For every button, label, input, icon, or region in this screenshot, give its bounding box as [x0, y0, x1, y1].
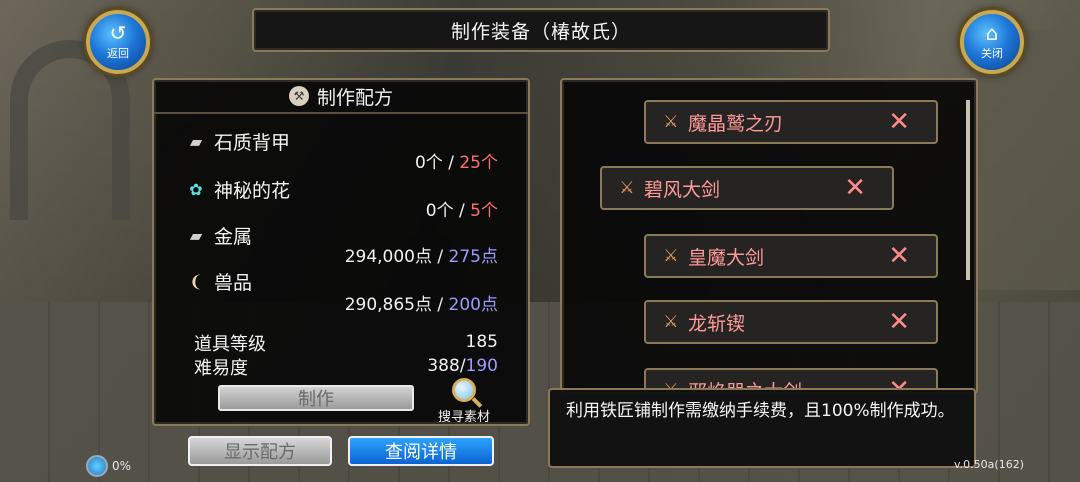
material-name-row: ✿ 神秘的花	[184, 176, 290, 203]
list-item[interactable]: ⚔ 魔晶鹫之刃 ✕	[644, 100, 938, 144]
status-percent: 0%	[112, 459, 132, 473]
close-icon: ✕	[844, 173, 866, 203]
network-icon	[86, 455, 108, 477]
material-name-row: ❨ 兽品	[184, 268, 252, 295]
difficulty-current: 388	[427, 356, 460, 376]
back-button[interactable]: ↺ 返回	[86, 10, 150, 74]
view-details-label: 查阅详情	[385, 442, 457, 463]
sword-icon: ⚔	[663, 312, 679, 332]
back-arrow-icon: ↺	[109, 21, 127, 45]
metal-icon: ▰	[189, 226, 203, 245]
sword-icon: ⚔	[663, 246, 679, 266]
recipe-panel-title: 制作配方	[316, 86, 393, 109]
window-title-bar: 制作装备（椿故氏）	[252, 8, 830, 52]
window-title: 制作装备（椿故氏）	[450, 20, 631, 43]
beast-claw-icon: ❨	[189, 272, 203, 291]
close-button-label: 关闭	[981, 47, 1003, 60]
mystic-flower-icon: ✿	[189, 180, 203, 199]
version-label: v.0.50a(162)	[954, 458, 1024, 471]
recipe-panel: ⚒ 制作配方 ▰ 石质背甲 0个 / 25个 ✿ 神秘的花 0个 / 5个 ▰ …	[152, 78, 530, 426]
material-name: 石质背甲	[214, 132, 291, 154]
item-name: 龙斩锲	[688, 312, 746, 335]
close-icon: ✕	[888, 307, 910, 337]
magnifier-icon	[452, 378, 476, 402]
material-separator: /	[432, 295, 449, 315]
close-icon: ✕	[888, 241, 910, 271]
material-have: 294,000点	[344, 247, 432, 267]
material-have: 290,865点	[344, 295, 432, 315]
back-button-label: 返回	[107, 47, 129, 60]
list-item[interactable]: ⚔ 碧风大剑 ✕	[600, 166, 894, 210]
item-name: 皇魔大剑	[688, 246, 765, 269]
search-materials-label: 搜寻素材	[437, 410, 490, 425]
material-name-row: ▰ 金属	[184, 222, 252, 249]
difficulty-value: 388/190	[427, 356, 498, 376]
sword-icon: ⚔	[619, 178, 635, 198]
equipment-list-panel: ⚔ 魔晶鹫之刃 ✕ ⚔ 碧风大剑 ✕ ⚔ 皇魔大剑 ✕ ⚔ 龙斩锲 ✕ ⚔ 邪焰…	[560, 78, 978, 394]
material-name: 兽品	[214, 272, 253, 294]
material-quantity: 0个 / 5个	[426, 196, 498, 221]
material-need: 275点	[448, 247, 498, 267]
home-icon: ⌂	[985, 21, 999, 45]
material-separator: /	[442, 153, 460, 173]
make-button-label: 制作	[298, 389, 334, 410]
view-details-button[interactable]: 查阅详情	[348, 436, 494, 466]
close-icon: ✕	[888, 107, 910, 137]
info-tooltip: 利用铁匠铺制作需缴纳手续费，且100%制作成功。	[548, 388, 976, 468]
material-quantity: 294,000点 / 275点	[345, 242, 498, 267]
material-separator: /	[453, 201, 471, 221]
material-name-row: ▰ 石质背甲	[184, 128, 290, 155]
show-recipe-button[interactable]: 显示配方	[188, 436, 332, 466]
item-name: 碧风大剑	[644, 178, 721, 201]
material-quantity: 290,865点 / 200点	[345, 290, 498, 315]
material-separator: /	[432, 247, 449, 267]
recipe-icon: ⚒	[288, 86, 309, 106]
sword-icon: ⚔	[663, 112, 679, 132]
material-need: 200点	[448, 295, 498, 315]
material-have: 0个	[425, 201, 454, 221]
material-need: 5个	[470, 201, 498, 221]
show-recipe-label: 显示配方	[224, 442, 296, 463]
search-materials-button[interactable]: 搜寻素材	[432, 378, 496, 425]
stone-armor-icon: ▰	[189, 132, 203, 151]
item-name: 魔晶鹫之刃	[688, 112, 784, 135]
difficulty-max: 190	[465, 356, 498, 376]
material-need: 25个	[459, 153, 498, 173]
tooltip-text: 利用铁匠铺制作需缴纳手续费，且100%制作成功。	[566, 401, 955, 421]
material-have: 0个	[414, 153, 443, 173]
material-name: 神秘的花	[214, 180, 291, 202]
make-button[interactable]: 制作	[218, 385, 414, 411]
material-name: 金属	[214, 226, 253, 248]
item-level-label: 道具等级	[194, 334, 266, 355]
status-indicator: 0%	[86, 455, 131, 477]
material-quantity: 0个 / 25个	[415, 148, 498, 173]
list-scrollbar[interactable]	[966, 100, 970, 280]
difficulty-label: 难易度	[194, 358, 248, 379]
item-level-value: 185	[465, 332, 498, 352]
close-button[interactable]: ⌂ 关闭	[960, 10, 1024, 74]
recipe-panel-header: ⚒ 制作配方	[154, 80, 528, 114]
list-item[interactable]: ⚔ 龙斩锲 ✕	[644, 300, 938, 344]
list-item[interactable]: ⚔ 皇魔大剑 ✕	[644, 234, 938, 278]
